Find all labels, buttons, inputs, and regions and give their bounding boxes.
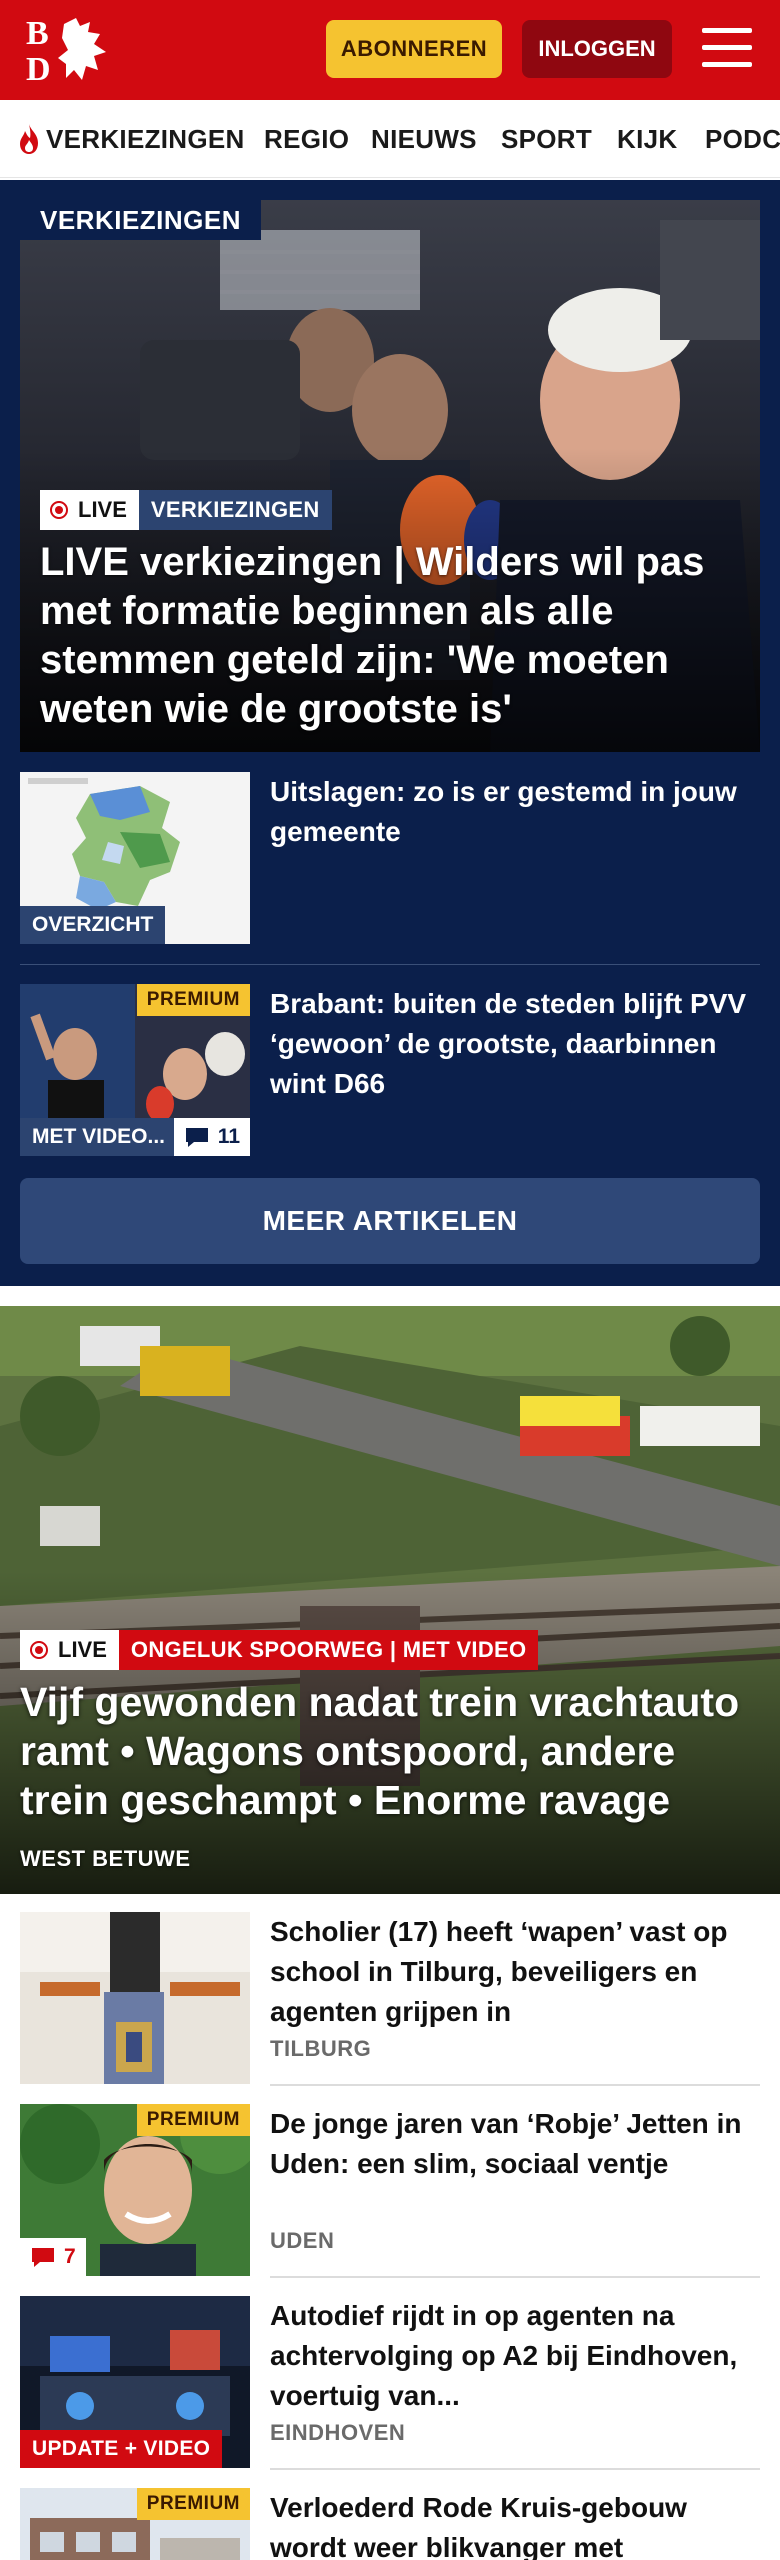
train-hero-article[interactable]: LIVE ONGELUK SPOORWEG | MET VIDEO Vijf g… — [0, 1306, 780, 1894]
article-thumbnail: PREMIUM MET VIDEO... 11 — [20, 984, 250, 1156]
comments-count: 11 — [173, 1118, 250, 1156]
article-thumbnail — [20, 1912, 250, 2084]
section-label: VERKIEZINGEN — [20, 200, 262, 240]
article-thumbnail: PREMIUM 7 — [20, 2104, 250, 2276]
list-item[interactable]: PREMIUM Verloederd Rode Kruis-gebouw wor… — [20, 2488, 760, 2560]
svg-text:D: D — [26, 51, 51, 86]
divider — [270, 2084, 760, 2086]
live-dot-icon — [50, 501, 68, 519]
nav-item-kijk[interactable]: KIJK — [617, 100, 677, 177]
live-label: LIVE — [78, 497, 127, 522]
article-thumbnail: OVERZICHT — [20, 772, 250, 944]
divider — [20, 964, 760, 965]
article-title[interactable]: De jonge jaren van ‘Robje’ Jetten in Ude… — [270, 2104, 760, 2184]
thumb-label: UPDATE + VIDEO — [20, 2430, 223, 2468]
thumb-label: MET VIDEO... — [20, 1118, 178, 1156]
comment-icon — [32, 2248, 54, 2267]
live-badge: LIVE — [20, 1630, 119, 1670]
flame-icon — [20, 124, 38, 154]
comments-count: 7 — [20, 2238, 86, 2276]
divider — [270, 2468, 760, 2470]
nav-label: VERKIEZINGEN — [46, 123, 245, 154]
article-location: TILBURG — [270, 2036, 372, 2061]
hero-labels: LIVE VERKIEZINGEN — [40, 490, 332, 530]
article-location: EINDHOVEN — [270, 2420, 406, 2445]
comments-number: 7 — [64, 2245, 76, 2268]
logo-mark: B D — [26, 15, 106, 88]
hero-headline[interactable]: LIVE verkiezingen | Wilders wil pas met … — [40, 538, 740, 734]
thumb-label: OVERZICHT — [20, 906, 166, 944]
comments-number: 11 — [217, 1125, 240, 1148]
login-button[interactable]: INLOGGEN — [522, 20, 672, 78]
hero-location: WEST BETUWE — [20, 1846, 191, 1871]
hero-headline[interactable]: Vijf gewonden nadat trein vrachtauto ram… — [20, 1678, 760, 1825]
article-title[interactable]: Uitslagen: zo is er gestemd in jouw geme… — [270, 772, 770, 852]
nav-item-sport[interactable]: SPORT — [501, 100, 592, 177]
comment-icon — [185, 1128, 208, 1147]
list-item[interactable]: Scholier (17) heeft ‘wapen’ vast op scho… — [20, 1912, 760, 2084]
svg-text:B: B — [26, 15, 49, 52]
live-badge: LIVE — [40, 490, 139, 530]
live-label: LIVE — [58, 1637, 107, 1662]
nav-item-nieuws[interactable]: NIEUWS — [371, 100, 477, 177]
subscribe-button[interactable]: ABONNEREN — [326, 20, 502, 78]
article-title[interactable]: Scholier (17) heeft ‘wapen’ vast op scho… — [270, 1912, 760, 2032]
article-title[interactable]: Brabant: buiten de steden blijft PVV ‘ge… — [270, 984, 770, 1104]
elections-section: VERKIEZINGEN LIVE VERKIEZINGEN LIVE verk… — [0, 180, 780, 1286]
list-item[interactable]: PREMIUM 7 De jonge jaren van ‘Robje’ Jet… — [20, 2104, 760, 2276]
list-item[interactable]: PREMIUM MET VIDEO... 11 Brabant: buiten … — [20, 984, 760, 1156]
list-item[interactable]: OVERZICHT Uitslagen: zo is er gestemd in… — [20, 772, 760, 944]
nav-item-verkiezingen[interactable]: VERKIEZINGEN — [16, 100, 245, 177]
divider — [270, 2276, 760, 2278]
nav-item-regio[interactable]: REGIO — [264, 100, 349, 177]
elections-hero-article[interactable]: VERKIEZINGEN LIVE VERKIEZINGEN LIVE verk… — [20, 200, 760, 752]
article-title[interactable]: Verloederd Rode Kruis-gebouw wordt weer … — [270, 2488, 760, 2560]
premium-badge: PREMIUM — [136, 2488, 250, 2520]
live-dot-icon — [30, 1641, 48, 1659]
article-location: UDEN — [270, 2228, 335, 2253]
top-bar: B D ABONNEREN INLOGGEN — [0, 0, 780, 100]
more-articles-button[interactable]: MEER ARTIKELEN — [20, 1178, 760, 1264]
hero-kicker: VERKIEZINGEN — [138, 490, 332, 530]
list-item[interactable]: UPDATE + VIDEO Autodief rijdt in op agen… — [20, 2296, 760, 2468]
hamburger-menu-icon[interactable] — [700, 24, 754, 72]
main-nav: VERKIEZINGEN REGIO NIEUWS SPORT KIJK POD… — [0, 100, 780, 178]
hero-labels: LIVE ONGELUK SPOORWEG | MET VIDEO — [20, 1630, 539, 1670]
school-photo — [20, 1912, 250, 2084]
premium-badge: PREMIUM — [136, 984, 250, 1016]
site-logo[interactable]: B D — [24, 14, 116, 88]
article-thumbnail: PREMIUM — [20, 2488, 250, 2560]
nav-item-podcast[interactable]: PODCAST — [705, 100, 780, 177]
article-title[interactable]: Autodief rijdt in op agenten na achtervo… — [270, 2296, 760, 2416]
hero-kicker: ONGELUK SPOORWEG | MET VIDEO — [118, 1630, 539, 1670]
article-thumbnail: UPDATE + VIDEO — [20, 2296, 250, 2468]
premium-badge: PREMIUM — [136, 2104, 250, 2136]
